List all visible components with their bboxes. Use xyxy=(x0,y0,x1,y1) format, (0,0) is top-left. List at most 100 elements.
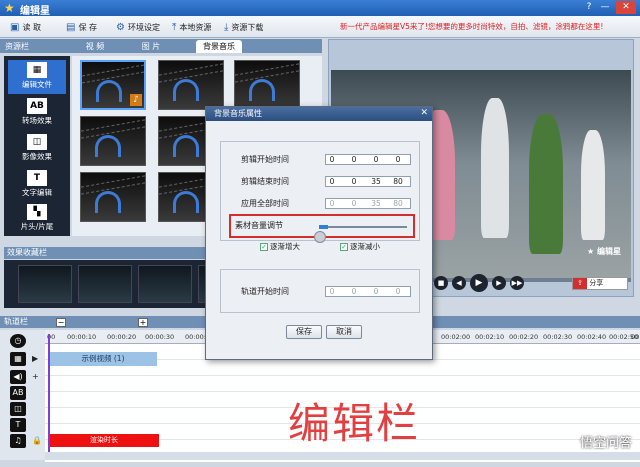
time-frames: 80 xyxy=(393,177,403,186)
time-minutes: 0 xyxy=(351,155,357,164)
sidebar-item-transitions[interactable]: AB 转场效果 xyxy=(8,96,66,130)
corner-watermark: 悟空问答 xyxy=(579,436,632,451)
save-button[interactable]: ▤ 保 存 xyxy=(66,20,97,34)
music-track-icon[interactable]: ♫ xyxy=(10,434,26,448)
gear-icon: ⚙ xyxy=(116,21,125,33)
text-track-icon[interactable]: T xyxy=(10,418,26,432)
zoom-in-button[interactable]: + xyxy=(138,318,148,327)
clip-start-field[interactable]: 0 0 0 0 xyxy=(325,154,411,165)
previous-button[interactable]: ◀ xyxy=(452,276,466,290)
tab-background-music[interactable]: 背景音乐 xyxy=(196,40,242,53)
music-thumbnail[interactable] xyxy=(158,60,224,110)
effect-thumbnail[interactable] xyxy=(138,265,192,303)
lock-icon[interactable]: 🔒 xyxy=(32,436,42,445)
next-button[interactable]: ▶ xyxy=(492,276,506,290)
music-thumbnail[interactable] xyxy=(80,116,146,166)
timeline-clock-icon[interactable]: ◷ xyxy=(10,334,26,348)
promo-banner[interactable]: 新一代产品编辑星V5来了!您想要的更多时尚特效，自拍、滤镜，涂鸦都在这里! xyxy=(340,21,603,32)
tab-images[interactable]: 图 片 xyxy=(128,40,174,53)
effect-track-icon[interactable]: ◫ xyxy=(10,402,26,416)
read-label: 读 取 xyxy=(22,22,41,32)
audio-track-icon[interactable]: ◀) xyxy=(10,370,26,384)
clip-settings-group: 剪辑开始时间 0 0 0 0 剪辑结束时间 0 0 35 80 应用全部时间 0… xyxy=(220,141,420,241)
sidebar-item-image-effects[interactable]: ◫ 影像效果 xyxy=(8,132,66,166)
play-button[interactable]: ▶ xyxy=(470,274,488,292)
clip-start-label: 剪辑开始时间 xyxy=(241,155,289,164)
zoom-out-button[interactable]: − xyxy=(56,318,66,327)
effect-thumbnail[interactable] xyxy=(78,265,132,303)
volume-slider-track[interactable] xyxy=(319,226,407,228)
video-figure xyxy=(481,98,509,238)
resource-panel-label: 资源栏 xyxy=(5,42,29,51)
title-bar: ★ 编辑星 ? — ✕ xyxy=(0,0,640,17)
track-add-icon[interactable]: + xyxy=(32,372,39,381)
upload-icon: ⤒ xyxy=(172,21,177,33)
ruler-tick: 00:02:10 xyxy=(475,333,505,341)
fade-in-label: 逐渐增大 xyxy=(270,242,300,251)
fade-in-checkbox[interactable]: ✓ 逐渐增大 xyxy=(260,241,300,252)
local-resources-label: 本地资源 xyxy=(179,22,212,32)
sidebar-item-label: 文字编辑 xyxy=(22,188,52,197)
headphones-icon xyxy=(249,79,275,101)
checkmark-icon: ✓ xyxy=(260,242,268,251)
time-minutes: 0 xyxy=(351,177,357,186)
track-controls: ◷ ▦ ▶ ◀) + AB ◫ T ♫ 🔒 xyxy=(0,330,45,460)
sidebar-item-text-edit[interactable]: T 文字编辑 xyxy=(8,168,66,202)
dialog-title: 背景音乐属性 xyxy=(206,107,432,121)
env-settings-label: 环境设定 xyxy=(127,22,160,32)
sidebar-item-intro-outro[interactable]: ▚ 片头/片尾 xyxy=(8,202,66,236)
skip-end-button[interactable]: ▶▶ xyxy=(510,276,524,290)
fade-out-checkbox[interactable]: ✓ 逐渐减小 xyxy=(340,241,380,252)
video-clip[interactable]: 示例视频 (1) xyxy=(49,352,157,366)
volume-slider-fill xyxy=(319,225,328,229)
time-hours: 0 xyxy=(329,287,335,296)
cancel-button[interactable]: 取消 xyxy=(326,325,362,339)
playhead[interactable] xyxy=(48,334,50,452)
timeline-label: 轨道栏 xyxy=(4,317,28,326)
save-dialog-button[interactable]: 保存 xyxy=(286,325,322,339)
save-label: 保 存 xyxy=(78,22,97,32)
time-frames: 0 xyxy=(395,287,401,296)
edit-bar-caption: 编辑栏 xyxy=(288,399,421,448)
env-settings-button[interactable]: ⚙ 环境设定 xyxy=(116,20,160,34)
help-button[interactable]: ? xyxy=(582,1,596,14)
download-icon: ⤓ xyxy=(224,21,229,33)
music-note-icon: ♪ xyxy=(130,94,142,106)
time-seconds: 0 xyxy=(373,155,379,164)
music-clip[interactable]: 渲染时长 xyxy=(49,434,159,447)
apply-all-field: 0 0 35 80 xyxy=(325,198,411,209)
resource-download-button[interactable]: ⤓ 资源下载 xyxy=(224,20,263,34)
headphones-icon xyxy=(95,135,121,157)
local-resources-button[interactable]: ⤒ 本地资源 xyxy=(172,20,211,34)
timeline-scrollbar[interactable] xyxy=(45,452,640,460)
video-track-icon[interactable]: ▦ xyxy=(10,352,26,366)
stop-button[interactable]: ■ xyxy=(434,276,448,290)
track-expand-icon[interactable]: ▶ xyxy=(32,354,38,363)
checkmark-icon: ✓ xyxy=(340,242,348,251)
time-frames: 80 xyxy=(393,199,403,208)
ruler-tick: 00:02:30 xyxy=(543,333,573,341)
track-settings-group: 轨道开始时间 0 0 0 0 xyxy=(220,269,420,313)
headphones-icon xyxy=(173,191,199,213)
video-figure xyxy=(529,114,563,254)
share-button[interactable]: ⇪ 分享 xyxy=(572,277,628,290)
close-button[interactable]: ✕ xyxy=(616,1,636,14)
preview-watermark: ★ 编辑星 xyxy=(587,247,621,256)
music-thumbnail[interactable]: ♪ xyxy=(80,60,146,110)
resource-download-label: 资源下载 xyxy=(231,22,264,32)
fade-out-label: 逐渐减小 xyxy=(350,242,380,251)
ruler-tick: 00:00:20 xyxy=(107,333,137,341)
read-button[interactable]: ▣ 读 取 xyxy=(10,20,41,34)
volume-slider-handle[interactable] xyxy=(314,231,326,243)
music-thumbnail[interactable] xyxy=(234,60,300,110)
tab-video[interactable]: 视 频 xyxy=(72,40,118,53)
minimize-button[interactable]: — xyxy=(598,1,612,14)
music-thumbnail[interactable] xyxy=(80,172,146,222)
clip-end-field[interactable]: 0 0 35 80 xyxy=(325,176,411,187)
transition-track-icon[interactable]: AB xyxy=(10,386,26,400)
effect-thumbnail[interactable] xyxy=(18,265,72,303)
sidebar-item-edit-file[interactable]: ▦ 编辑文件 xyxy=(8,60,66,94)
dialog-close-icon[interactable]: ✕ xyxy=(420,108,428,118)
music-properties-dialog: 背景音乐属性 ✕ 剪辑开始时间 0 0 0 0 剪辑结束时间 0 0 35 80… xyxy=(205,106,433,360)
headphones-icon xyxy=(173,79,199,101)
